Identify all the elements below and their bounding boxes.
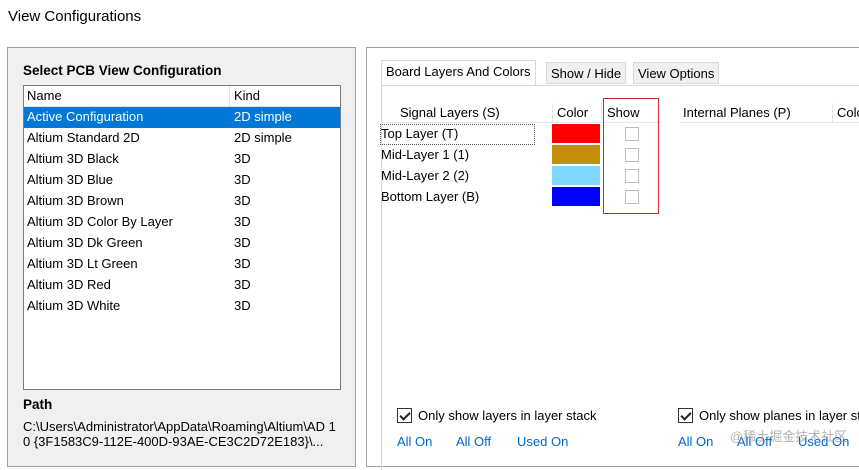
- config-kind: 3D: [234, 277, 251, 292]
- config-name: Altium 3D Lt Green: [27, 256, 138, 271]
- color-swatch-mid-1[interactable]: [552, 145, 600, 164]
- used-on-link[interactable]: Used On: [517, 434, 568, 449]
- config-row-altium-3d-brown[interactable]: Altium 3D Brown 3D: [24, 191, 340, 212]
- path-label: Path: [23, 397, 53, 412]
- layer-name-bottom[interactable]: Bottom Layer (B): [381, 187, 479, 207]
- config-name: Active Configuration: [27, 109, 144, 124]
- config-name: Altium Standard 2D: [27, 130, 140, 145]
- config-name: Altium 3D Black: [27, 151, 119, 166]
- tab-board-layers-and-colors[interactable]: Board Layers And Colors: [381, 60, 536, 85]
- tab-show-hide[interactable]: Show / Hide: [546, 62, 627, 84]
- color-swatch-top[interactable]: [552, 124, 600, 143]
- watermark-text: @稀土掘金技术社区: [730, 429, 848, 444]
- configuration-panel-title: Select PCB View Configuration: [23, 63, 222, 78]
- path-value: C:\Users\Administrator\AppData\Roaming\A…: [23, 419, 336, 449]
- layer-name-mid-1[interactable]: Mid-Layer 1 (1): [381, 145, 469, 165]
- config-row-altium-standard-2d[interactable]: Altium Standard 2D 2D simple: [24, 128, 340, 149]
- all-off-link[interactable]: All Off: [456, 434, 491, 449]
- only-show-planes-label: Only show planes in layer stack: [699, 408, 859, 423]
- config-kind: 3D: [234, 172, 251, 187]
- configuration-panel: Select PCB View Configuration Name Kind …: [7, 47, 356, 467]
- column-header-kind[interactable]: Kind: [234, 88, 260, 103]
- config-name: Altium 3D Dk Green: [27, 235, 143, 250]
- config-name: Altium 3D Brown: [27, 193, 124, 208]
- config-kind: 3D: [234, 298, 251, 313]
- config-row-altium-3d-red[interactable]: Altium 3D Red 3D: [24, 275, 340, 296]
- internal-planes-header-row: Internal Planes (P) Color: [679, 103, 859, 123]
- window-title: View Configurations: [8, 8, 142, 25]
- title-bar: View Configurations: [0, 0, 859, 36]
- config-name: Altium 3D Red: [27, 277, 111, 292]
- show-column-highlight: [603, 98, 659, 214]
- layers-panel: Board Layers And Colors Show / Hide View…: [366, 47, 859, 470]
- tab-view-options[interactable]: View Options: [633, 62, 720, 84]
- config-row-altium-3d-white[interactable]: Altium 3D White 3D: [24, 296, 340, 317]
- config-row-altium-3d-blue[interactable]: Altium 3D Blue 3D: [24, 170, 340, 191]
- config-row-altium-3d-black[interactable]: Altium 3D Black 3D: [24, 149, 340, 170]
- config-kind: 2D simple: [234, 109, 292, 124]
- config-kind: 3D: [234, 214, 251, 229]
- configuration-list[interactable]: Name Kind Active Configuration 2D simple…: [23, 85, 341, 390]
- color-header[interactable]: Color: [553, 103, 601, 123]
- planes-all-on-link[interactable]: All On: [678, 434, 713, 449]
- internal-planes-color-header[interactable]: Color: [837, 105, 859, 120]
- configuration-list-header: Name Kind: [24, 86, 340, 107]
- config-name: Altium 3D White: [27, 298, 121, 313]
- all-on-link[interactable]: All On: [397, 434, 432, 449]
- color-swatch-bottom[interactable]: [552, 187, 600, 206]
- column-header-name[interactable]: Name: [27, 88, 62, 103]
- internal-planes-header[interactable]: Internal Planes (P): [683, 105, 791, 120]
- only-show-layers-label: Only show layers in layer stack: [418, 408, 597, 423]
- color-swatch-mid-2[interactable]: [552, 166, 600, 185]
- config-kind: 3D: [234, 193, 251, 208]
- config-kind: 3D: [234, 235, 251, 250]
- focus-rectangle: [380, 124, 535, 145]
- layer-name-mid-2[interactable]: Mid-Layer 2 (2): [381, 166, 469, 186]
- config-kind: 3D: [234, 256, 251, 271]
- config-kind: 3D: [234, 151, 251, 166]
- config-row-altium-3d-lt-green[interactable]: Altium 3D Lt Green 3D: [24, 254, 340, 275]
- config-kind: 2D simple: [234, 130, 292, 145]
- config-name: Altium 3D Color By Layer: [27, 214, 173, 229]
- column-separator: [229, 86, 230, 107]
- signal-layers-header[interactable]: Signal Layers (S): [386, 103, 552, 123]
- config-name: Altium 3D Blue: [27, 172, 113, 187]
- column-separator: [832, 103, 833, 123]
- config-row-active-configuration[interactable]: Active Configuration 2D simple: [24, 107, 340, 128]
- only-show-layers-checkbox[interactable]: [397, 408, 412, 423]
- config-row-altium-3d-color-by-layer[interactable]: Altium 3D Color By Layer 3D: [24, 212, 340, 233]
- config-row-altium-3d-dk-green[interactable]: Altium 3D Dk Green 3D: [24, 233, 340, 254]
- only-show-planes-checkbox[interactable]: [678, 408, 693, 423]
